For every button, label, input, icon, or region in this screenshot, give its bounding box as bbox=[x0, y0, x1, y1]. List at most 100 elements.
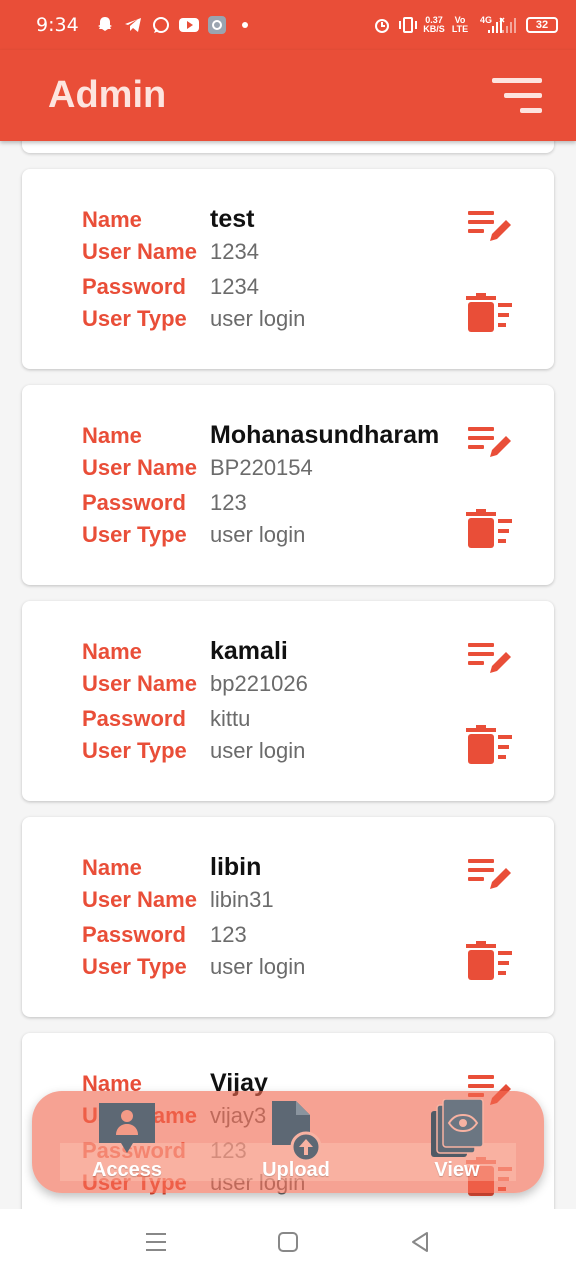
person-badge-icon bbox=[99, 1103, 155, 1153]
usertype-value: user login bbox=[210, 954, 306, 979]
menu-line bbox=[492, 77, 542, 83]
username-row: User Name bp221026 bbox=[82, 671, 308, 697]
password-row: Password kittu bbox=[82, 706, 250, 732]
edit-button[interactable] bbox=[466, 639, 514, 681]
delete-sweep-icon bbox=[466, 941, 512, 980]
user-card: Name kamali User Name bp221026 Password … bbox=[22, 601, 554, 801]
documents-view-icon bbox=[431, 1099, 484, 1157]
volte-indicator: Vo LTE bbox=[450, 16, 470, 34]
status-bar: 9:34 0.37 KB/S Vo LTE 4G 32 bbox=[0, 0, 576, 50]
name-label: Name bbox=[82, 855, 142, 880]
username-label: User Name bbox=[82, 671, 197, 696]
password-value: 123 bbox=[210, 490, 247, 515]
name-row: Name libin bbox=[82, 853, 261, 882]
usertype-row: User Type user login bbox=[82, 306, 305, 332]
usertype-label: User Type bbox=[82, 306, 187, 331]
bottom-navigation: Access Upload View bbox=[32, 1091, 544, 1193]
name-label: Name bbox=[82, 207, 142, 232]
nav-view-label: View bbox=[434, 1159, 480, 1181]
username-value: BP220154 bbox=[210, 455, 313, 480]
vibrate-icon bbox=[398, 16, 418, 34]
usertype-label: User Type bbox=[82, 522, 187, 547]
username-label: User Name bbox=[82, 455, 197, 480]
delete-sweep-icon bbox=[466, 509, 512, 548]
user-card: Name test User Name 1234 Password 1234 U… bbox=[22, 169, 554, 369]
dot-icon bbox=[235, 16, 255, 34]
nav-access[interactable]: Access bbox=[77, 1097, 177, 1193]
usertype-value: user login bbox=[210, 306, 306, 331]
password-label: Password bbox=[82, 922, 186, 947]
back-button[interactable] bbox=[409, 1231, 431, 1258]
edit-button[interactable] bbox=[466, 207, 514, 249]
settings-app-icon bbox=[207, 16, 227, 34]
square-icon bbox=[278, 1232, 298, 1252]
edit-button[interactable] bbox=[466, 855, 514, 897]
name-value: Mohanasundharam bbox=[210, 421, 440, 449]
alarm-icon bbox=[372, 16, 392, 34]
password-row: Password 123 bbox=[82, 490, 247, 516]
app-bar: Admin bbox=[0, 50, 576, 141]
user-card-partial bbox=[22, 141, 554, 153]
menu-lines-icon bbox=[146, 1233, 166, 1251]
snapchat-icon bbox=[95, 16, 115, 34]
nav-upload-label: Upload bbox=[262, 1159, 330, 1181]
password-value: 1234 bbox=[210, 274, 259, 299]
username-value: libin31 bbox=[210, 887, 274, 912]
menu-line bbox=[504, 92, 542, 98]
username-label: User Name bbox=[82, 887, 197, 912]
name-value: kamali bbox=[210, 637, 288, 665]
name-row: Name Mohanasundharam bbox=[82, 421, 439, 450]
file-upload-icon bbox=[272, 1101, 322, 1163]
usertype-label: User Type bbox=[82, 738, 187, 763]
whatsapp-icon bbox=[151, 16, 171, 34]
username-row: User Name 1234 bbox=[82, 239, 259, 265]
edit-button[interactable] bbox=[466, 423, 514, 465]
signal-weak-icon bbox=[498, 16, 520, 34]
edit-note-icon bbox=[468, 643, 511, 673]
sort-menu-button[interactable] bbox=[490, 77, 542, 114]
name-row: Name kamali bbox=[82, 637, 288, 666]
password-value: kittu bbox=[210, 706, 251, 731]
user-card: Name libin User Name libin31 Password 12… bbox=[22, 817, 554, 1017]
name-row: Name test bbox=[82, 205, 254, 234]
triangle-back-icon bbox=[412, 1232, 428, 1252]
delete-sweep-icon bbox=[466, 293, 512, 332]
username-label: User Name bbox=[82, 239, 197, 264]
nav-upload[interactable]: Upload bbox=[246, 1097, 346, 1193]
status-time: 9:34 bbox=[36, 14, 79, 36]
username-row: User Name libin31 bbox=[82, 887, 274, 913]
delete-button[interactable] bbox=[466, 725, 514, 767]
nav-view[interactable]: View bbox=[407, 1097, 507, 1193]
username-value: bp221026 bbox=[210, 671, 308, 696]
name-label: Name bbox=[82, 639, 142, 664]
password-value: 123 bbox=[210, 922, 247, 947]
name-value: libin bbox=[210, 853, 262, 881]
user-list[interactable]: Name test User Name 1234 Password 1234 U… bbox=[0, 141, 576, 1209]
password-label: Password bbox=[82, 274, 186, 299]
delete-sweep-icon bbox=[466, 725, 512, 764]
username-row: User Name BP220154 bbox=[82, 455, 313, 481]
name-label: Name bbox=[82, 423, 142, 448]
youtube-icon bbox=[178, 16, 199, 34]
home-button[interactable] bbox=[277, 1231, 299, 1258]
password-row: Password 123 bbox=[82, 922, 247, 948]
page-title: Admin bbox=[48, 74, 167, 116]
usertype-row: User Type user login bbox=[82, 738, 305, 764]
username-value: 1234 bbox=[210, 239, 259, 264]
net-speed: 0.37 KB/S bbox=[423, 16, 445, 34]
usertype-value: user login bbox=[210, 738, 306, 763]
menu-line bbox=[520, 107, 542, 113]
password-row: Password 1234 bbox=[82, 274, 259, 300]
notification-icons bbox=[95, 16, 255, 34]
password-label: Password bbox=[82, 490, 186, 515]
delete-button[interactable] bbox=[466, 941, 514, 983]
battery-icon: 32 bbox=[526, 17, 558, 33]
delete-button[interactable] bbox=[466, 509, 514, 551]
usertype-row: User Type user login bbox=[82, 954, 305, 980]
network-type: 4G bbox=[479, 14, 492, 25]
recent-apps-button[interactable] bbox=[145, 1232, 167, 1257]
user-card: Name Mohanasundharam User Name BP220154 … bbox=[22, 385, 554, 585]
delete-button[interactable] bbox=[466, 293, 514, 335]
volte-bottom: LTE bbox=[451, 24, 469, 34]
edit-note-icon bbox=[468, 211, 511, 241]
